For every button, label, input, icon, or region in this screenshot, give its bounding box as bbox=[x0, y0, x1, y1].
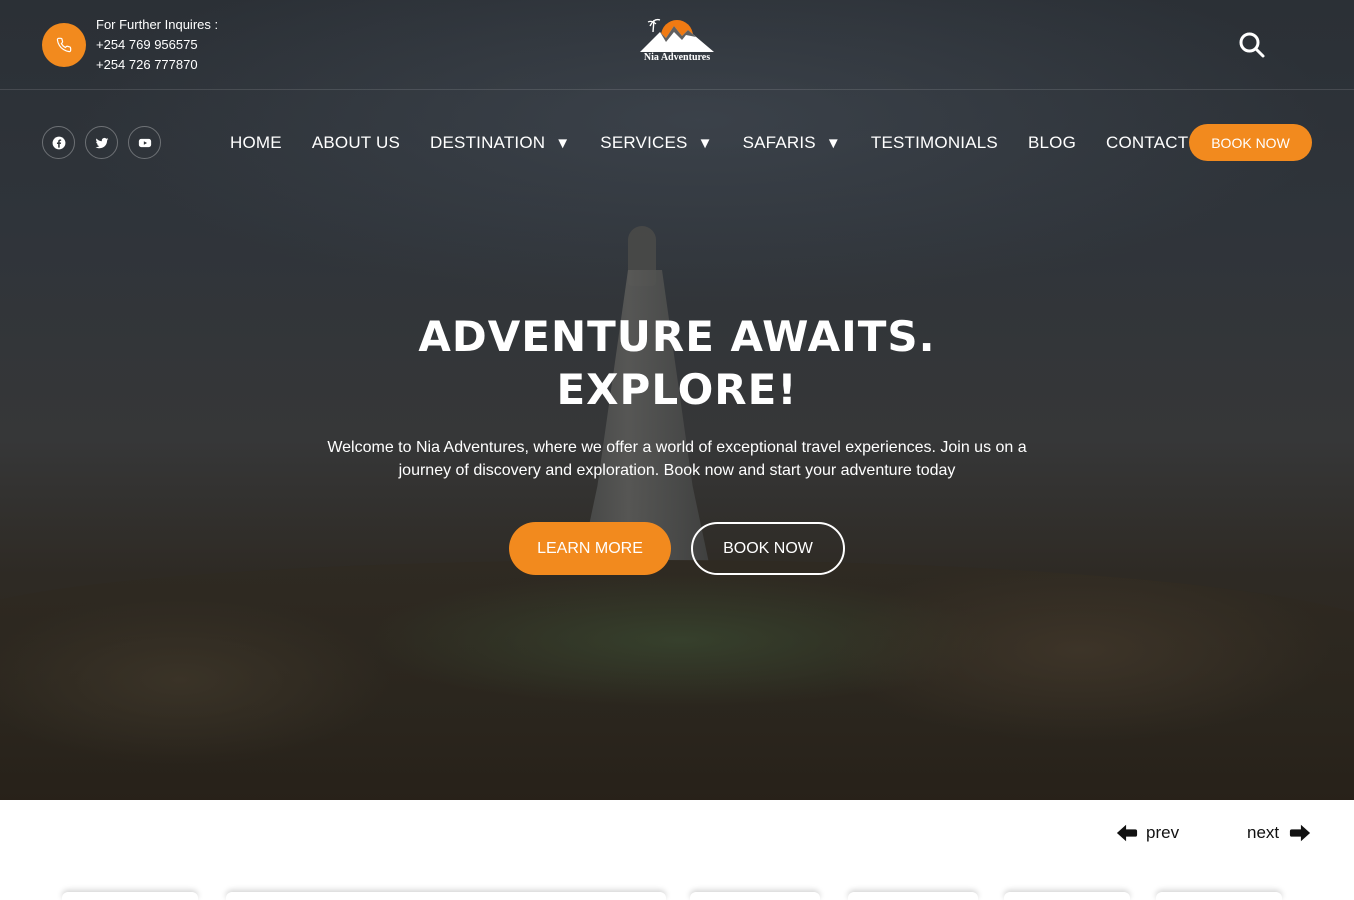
logo-mountain-icon bbox=[640, 18, 714, 52]
nav-item-about-us[interactable]: ABOUT US bbox=[312, 133, 400, 153]
facebook-icon bbox=[52, 136, 65, 149]
learn-more-button[interactable]: LEARN MORE bbox=[509, 522, 671, 575]
nav-item-testimonials[interactable]: TESTIMONIALS bbox=[871, 133, 998, 153]
twitter-link[interactable] bbox=[85, 126, 118, 159]
card-edge bbox=[690, 892, 820, 900]
youtube-link[interactable] bbox=[128, 126, 161, 159]
card-edge bbox=[1004, 892, 1130, 900]
prev-button[interactable]: prev bbox=[1116, 822, 1179, 844]
main-navigation: HOME ABOUT US DESTINATION ▼ SERVICES ▼ SAF… bbox=[230, 130, 1247, 156]
nav-item-services[interactable]: SERVICES ▼ bbox=[600, 133, 712, 153]
nav-item-blog[interactable]: BLOG bbox=[1028, 133, 1076, 153]
logo-text: Nia Adventures bbox=[643, 52, 711, 63]
nav-item-home[interactable]: HOME bbox=[230, 133, 282, 153]
caret-down-icon: ▼ bbox=[825, 134, 841, 152]
top-bar: For Further Inquires : +254 769 956575 +… bbox=[0, 0, 1354, 90]
header-book-now-button[interactable]: BOOK NOW bbox=[1189, 124, 1312, 161]
foreground-rocks bbox=[0, 560, 1354, 800]
nav-item-label: SAFARIS bbox=[742, 133, 816, 152]
phone-icon bbox=[56, 37, 72, 53]
content-section bbox=[0, 800, 1354, 900]
nav-item-destination[interactable]: DESTINATION ▼ bbox=[430, 133, 570, 153]
nav-item-label: BLOG bbox=[1027, 133, 1076, 152]
next-button[interactable]: next bbox=[1247, 822, 1311, 844]
arrow-left-icon bbox=[1116, 824, 1138, 842]
nav-item-label: ABOUT US bbox=[311, 133, 401, 152]
phone-number-1[interactable]: +254 769 956575 bbox=[96, 35, 218, 55]
hero-title: ADVENTURE AWAITS. EXPLORE! bbox=[327, 310, 1027, 416]
next-label: next bbox=[1247, 823, 1280, 842]
phone-icon-button[interactable] bbox=[42, 23, 86, 67]
youtube-icon bbox=[138, 138, 151, 147]
hero-title-line-2: EXPLORE! bbox=[556, 365, 798, 414]
nav-item-label: HOME bbox=[230, 133, 282, 152]
prev-label: prev bbox=[1146, 823, 1180, 842]
caret-down-icon: ▼ bbox=[697, 134, 713, 152]
arrow-right-icon bbox=[1290, 824, 1311, 842]
site-logo[interactable]: Nia Adventures bbox=[636, 14, 718, 66]
nav-item-label: TESTIMONIALS bbox=[870, 133, 998, 152]
card-edge bbox=[62, 892, 198, 900]
card-edge bbox=[226, 892, 666, 900]
contact-label: For Further Inquires : bbox=[96, 17, 219, 32]
card-edge bbox=[1156, 892, 1282, 900]
nav-item-safaris[interactable]: SAFARIS ▼ bbox=[743, 133, 841, 153]
hero-title-line-1: ADVENTURE AWAITS. bbox=[418, 312, 936, 361]
phone-number-2[interactable]: +254 726 777870 bbox=[96, 55, 218, 75]
hero-book-now-button[interactable]: BOOK NOW bbox=[691, 522, 845, 575]
contact-info: For Further Inquires : +254 769 956575 +… bbox=[96, 15, 218, 75]
facebook-link[interactable] bbox=[42, 126, 75, 159]
search-button[interactable] bbox=[1237, 30, 1267, 60]
twitter-icon bbox=[95, 137, 108, 148]
card-edge bbox=[848, 892, 978, 900]
caret-down-icon: ▼ bbox=[555, 134, 571, 152]
nav-item-label: SERVICES bbox=[600, 133, 688, 152]
hero-subtitle: Welcome to Nia Adventures, where we offe… bbox=[327, 439, 1027, 479]
card-row-edge bbox=[0, 892, 1354, 900]
nav-item-label: DESTINATION bbox=[430, 133, 546, 152]
search-icon bbox=[1239, 32, 1265, 58]
